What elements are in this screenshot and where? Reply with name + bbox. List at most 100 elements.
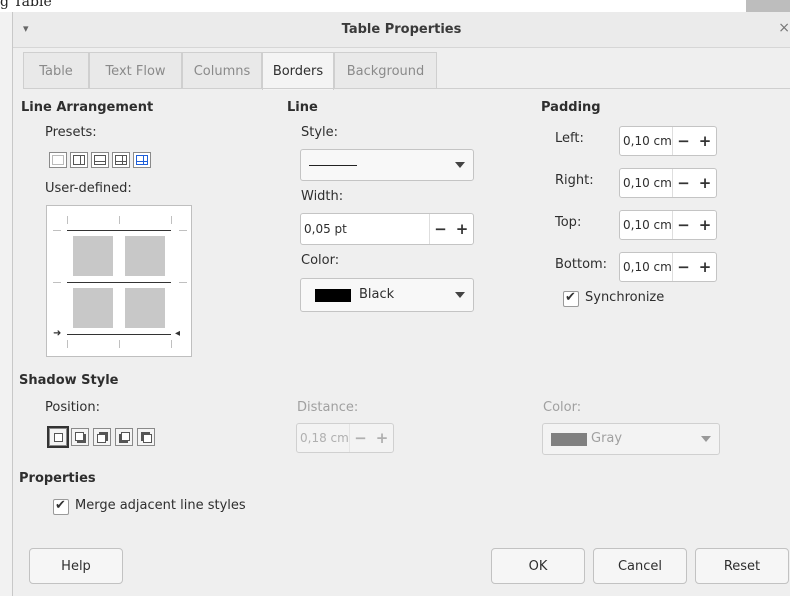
corner-tick: [53, 282, 61, 283]
padding-left-field[interactable]: 0,10 cm − +: [619, 126, 717, 156]
cancel-button[interactable]: Cancel: [593, 548, 687, 584]
minus-button[interactable]: −: [672, 127, 694, 155]
chevron-down-icon: [455, 162, 465, 168]
corner-tick: [67, 340, 68, 348]
table-cell-preview: [125, 236, 165, 276]
style-label: Style:: [301, 125, 339, 140]
shadow-color-select[interactable]: Gray: [542, 423, 720, 455]
user-defined-border-area[interactable]: ➜ ◂: [46, 205, 192, 357]
corner-tick: [179, 230, 187, 231]
no-shadow-icon[interactable]: [47, 426, 69, 448]
padding-left-label: Left:: [555, 131, 584, 146]
outer-and-all-inner-icon[interactable]: [112, 152, 130, 168]
line-color-select[interactable]: Black: [300, 278, 474, 312]
user-defined-label: User-defined:: [45, 181, 132, 196]
minus-button[interactable]: −: [429, 214, 451, 244]
line-arrangement-heading: Line Arrangement: [21, 100, 154, 115]
plus-button[interactable]: +: [451, 214, 473, 244]
shadow-color-label: Color:: [543, 400, 582, 415]
padding-top-field[interactable]: 0,10 cm − +: [619, 210, 717, 240]
top-border-line[interactable]: [67, 230, 171, 231]
shadow-bottom-left-icon[interactable]: [115, 428, 133, 446]
padding-top-value: 0,10 cm: [623, 218, 672, 232]
shadow-position-label: Position:: [45, 400, 100, 415]
padding-top-label: Top:: [555, 215, 582, 230]
help-button[interactable]: Help: [29, 548, 123, 584]
corner-tick: [179, 282, 187, 283]
minus-button[interactable]: −: [349, 424, 371, 452]
document-background: g Table: [0, 0, 790, 12]
outer-and-horizontal-icon[interactable]: [91, 152, 109, 168]
synchronize-checkbox[interactable]: [563, 290, 579, 307]
plus-button[interactable]: +: [694, 169, 716, 197]
line-color-value: Black: [359, 287, 395, 302]
shadow-color-value: Gray: [591, 431, 623, 446]
arrow-right-icon: ➜: [53, 328, 62, 339]
minus-button[interactable]: −: [672, 211, 694, 239]
padding-bottom-field[interactable]: 0,10 cm − +: [619, 252, 717, 282]
close-icon[interactable]: ×: [778, 20, 790, 36]
corner-tick: [119, 216, 120, 224]
chevron-down-icon: [701, 436, 711, 442]
table-cell-preview: [125, 288, 165, 328]
plus-button[interactable]: +: [371, 424, 393, 452]
line-heading: Line: [287, 100, 318, 115]
padding-right-value: 0,10 cm: [623, 176, 672, 190]
outer-border-icon[interactable]: [70, 152, 88, 168]
reset-button[interactable]: Reset: [695, 548, 789, 584]
corner-tick: [53, 230, 61, 231]
tab-text-flow[interactable]: Text Flow: [89, 52, 182, 88]
padding-right-label: Right:: [555, 173, 594, 188]
solid-line-icon: [309, 165, 357, 166]
shadow-distance-value: 0,18 cm: [300, 431, 349, 445]
bottom-border-line[interactable]: [67, 334, 171, 335]
merge-line-styles-checkbox[interactable]: [53, 498, 69, 515]
padding-left-value: 0,10 cm: [623, 134, 672, 148]
color-swatch: [551, 433, 587, 446]
tab-borders[interactable]: Borders: [262, 52, 334, 90]
plus-button[interactable]: +: [694, 211, 716, 239]
corner-tick: [119, 340, 120, 348]
outer-keep-inner-icon[interactable]: [133, 152, 151, 168]
table-cell-preview: [73, 236, 113, 276]
shadow-style-heading: Shadow Style: [19, 373, 119, 388]
document-text-fragment: g Table: [0, 0, 52, 10]
color-swatch: [315, 289, 351, 302]
tab-background[interactable]: Background: [334, 52, 437, 88]
line-style-select[interactable]: [300, 149, 474, 181]
corner-tick: [171, 340, 172, 348]
presets-label: Presets:: [45, 125, 97, 140]
line-width-value: 0,05 pt: [304, 222, 347, 236]
shadow-distance-label: Distance:: [297, 400, 359, 415]
minus-button[interactable]: −: [672, 169, 694, 197]
shadow-distance-field[interactable]: 0,18 cm − +: [296, 423, 394, 453]
plus-button[interactable]: +: [694, 127, 716, 155]
tab-table[interactable]: Table: [23, 52, 89, 88]
plus-button[interactable]: +: [694, 253, 716, 281]
title-bar: ▾ Table Properties ×: [13, 12, 790, 48]
padding-right-field[interactable]: 0,10 cm − +: [619, 168, 717, 198]
corner-tick: [67, 216, 68, 224]
window-title: Table Properties: [341, 22, 462, 37]
shadow-top-right-icon[interactable]: [93, 428, 111, 446]
width-label: Width:: [301, 189, 344, 204]
minus-button[interactable]: −: [672, 253, 694, 281]
no-borders-icon[interactable]: [49, 152, 67, 168]
line-width-field[interactable]: 0,05 pt − +: [300, 213, 474, 245]
shadow-bottom-right-icon[interactable]: [71, 428, 89, 446]
tab-divider: [23, 88, 790, 89]
tab-columns[interactable]: Columns: [182, 52, 262, 88]
table-cell-preview: [73, 288, 113, 328]
ok-button[interactable]: OK: [491, 548, 585, 584]
padding-heading: Padding: [541, 100, 601, 115]
shadow-top-left-icon[interactable]: [137, 428, 155, 446]
arrow-left-icon: ◂: [175, 328, 181, 339]
middle-border-line[interactable]: [67, 282, 171, 283]
chevron-down-icon: [455, 292, 465, 298]
padding-bottom-label: Bottom:: [555, 257, 608, 272]
properties-heading: Properties: [19, 471, 96, 486]
document-gray-area: [746, 0, 790, 12]
table-properties-dialog: ▾ Table Properties × Table Text Flow Col…: [12, 12, 790, 596]
merge-line-styles-label: Merge adjacent line styles: [75, 498, 246, 513]
corner-tick: [171, 216, 172, 224]
